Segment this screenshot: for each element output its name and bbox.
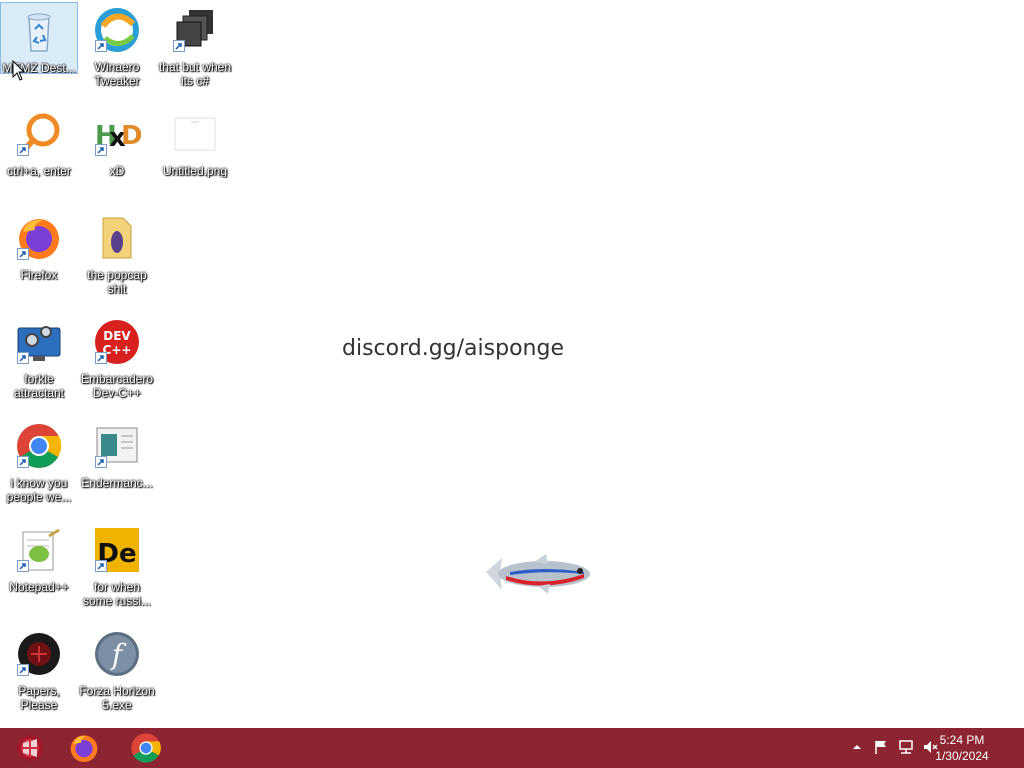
shortcut-arrow-icon bbox=[17, 248, 29, 260]
start-button[interactable] bbox=[0, 728, 60, 768]
de-app-icon: De bbox=[93, 526, 141, 574]
chrome-icon bbox=[131, 733, 161, 763]
desktop: MEMZ Dest... ctrl+a, enter Firefox forki… bbox=[0, 0, 1024, 728]
desktop-icon-de-app[interactable]: De for when some russi... bbox=[78, 522, 156, 622]
chevron-up-icon bbox=[853, 745, 861, 749]
svg-text:D: D bbox=[121, 121, 141, 151]
shortcut-arrow-icon bbox=[173, 40, 185, 52]
firefox-icon bbox=[70, 735, 98, 762]
desktop-icon-chrome[interactable]: i know you people we... bbox=[0, 418, 78, 518]
firefox-icon bbox=[15, 214, 63, 262]
icon-label: i know you people we... bbox=[6, 476, 72, 504]
desktop-icon-devcpp[interactable]: DEV C++ Embarcadero Dev-C++ bbox=[78, 314, 156, 414]
icon-label: Firefox bbox=[20, 268, 58, 282]
clock[interactable]: 5:24 PM 1/30/2024 bbox=[922, 732, 1002, 764]
magnifier-icon bbox=[15, 110, 63, 158]
desktop-icon-firefox[interactable]: Firefox bbox=[0, 210, 78, 310]
image-file-icon bbox=[171, 110, 219, 158]
fish-image bbox=[486, 554, 590, 594]
desktop-icon-csharp[interactable]: that but when its c# bbox=[156, 2, 234, 102]
clock-date: 1/30/2024 bbox=[935, 749, 989, 763]
icon-label: the popcap shit bbox=[87, 268, 147, 296]
wallpaper-text: discord.gg/aisponge bbox=[342, 336, 564, 361]
desktop-icon-notepadpp[interactable]: Notepad++ bbox=[0, 522, 78, 622]
shortcut-arrow-icon bbox=[95, 40, 107, 52]
icon-label: forkie attractant bbox=[13, 372, 65, 400]
icon-label: Winaero Tweaker bbox=[94, 60, 140, 88]
icon-label: Papers, Please bbox=[18, 684, 60, 712]
shortcut-arrow-icon bbox=[17, 352, 29, 364]
icon-label: xD bbox=[109, 164, 125, 178]
taskbar-firefox[interactable] bbox=[54, 728, 114, 768]
system-settings-icon bbox=[15, 318, 63, 366]
shortcut-arrow-icon bbox=[95, 456, 107, 468]
taskbar: 5:24 PM 1/30/2024 bbox=[0, 728, 1024, 768]
stacked-windows-icon bbox=[171, 6, 219, 54]
mouse-cursor-icon bbox=[12, 60, 26, 81]
flash-icon: f bbox=[93, 630, 141, 678]
svg-text:DEV: DEV bbox=[103, 329, 131, 343]
icon-label: Endermanc... bbox=[81, 476, 153, 490]
desktop-icon-endermanch[interactable]: Endermanc... bbox=[78, 418, 156, 518]
recycle-bin-icon bbox=[15, 7, 63, 55]
winaero-icon bbox=[93, 6, 141, 54]
icon-label: Forza Horizon 5.exe bbox=[79, 684, 155, 712]
chrome-icon bbox=[15, 422, 63, 470]
desktop-icon-ctrl-a-enter[interactable]: ctrl+a, enter bbox=[0, 106, 78, 206]
shortcut-arrow-icon bbox=[95, 352, 107, 364]
icon-label: for when some russi... bbox=[82, 580, 151, 608]
start-orb-icon bbox=[17, 735, 43, 761]
desktop-icon-xd[interactable]: HxD xD bbox=[78, 106, 156, 206]
network-icon[interactable] bbox=[897, 738, 915, 756]
folder-icon bbox=[93, 214, 141, 262]
icon-label: Untitled.png bbox=[162, 164, 228, 178]
window-app-icon bbox=[93, 422, 141, 470]
papers-please-icon bbox=[15, 630, 63, 678]
desktop-icon-untitled-png[interactable]: Untitled.png bbox=[156, 106, 234, 206]
icon-label: that but when its c# bbox=[158, 60, 232, 88]
desktop-icon-forza[interactable]: f Forza Horizon 5.exe bbox=[78, 626, 156, 726]
desktop-icon-papers-please[interactable]: Papers, Please bbox=[0, 626, 78, 726]
desktop-icon-forkie-attractant[interactable]: forkie attractant bbox=[0, 314, 78, 414]
notepadpp-icon bbox=[15, 526, 63, 574]
shortcut-arrow-icon bbox=[17, 456, 29, 468]
clock-time: 5:24 PM bbox=[939, 733, 985, 747]
shortcut-arrow-icon bbox=[17, 144, 29, 156]
shortcut-arrow-icon bbox=[17, 664, 29, 676]
icon-label: Embarcadero Dev-C++ bbox=[80, 372, 154, 400]
show-hidden-icons[interactable] bbox=[848, 738, 866, 756]
devcpp-icon: DEV C++ bbox=[93, 318, 141, 366]
shortcut-arrow-icon bbox=[17, 560, 29, 572]
action-center-flag-icon[interactable] bbox=[872, 738, 890, 756]
icon-label: Notepad++ bbox=[9, 580, 69, 594]
taskbar-chrome[interactable] bbox=[116, 728, 176, 768]
icon-label: ctrl+a, enter bbox=[7, 164, 71, 178]
desktop-icon-winaero-tweaker[interactable]: Winaero Tweaker bbox=[78, 2, 156, 102]
shortcut-arrow-icon bbox=[95, 144, 107, 156]
desktop-icon-popcap[interactable]: the popcap shit bbox=[78, 210, 156, 310]
hxd-icon: HxD bbox=[93, 110, 141, 158]
shortcut-arrow-icon bbox=[95, 560, 107, 572]
